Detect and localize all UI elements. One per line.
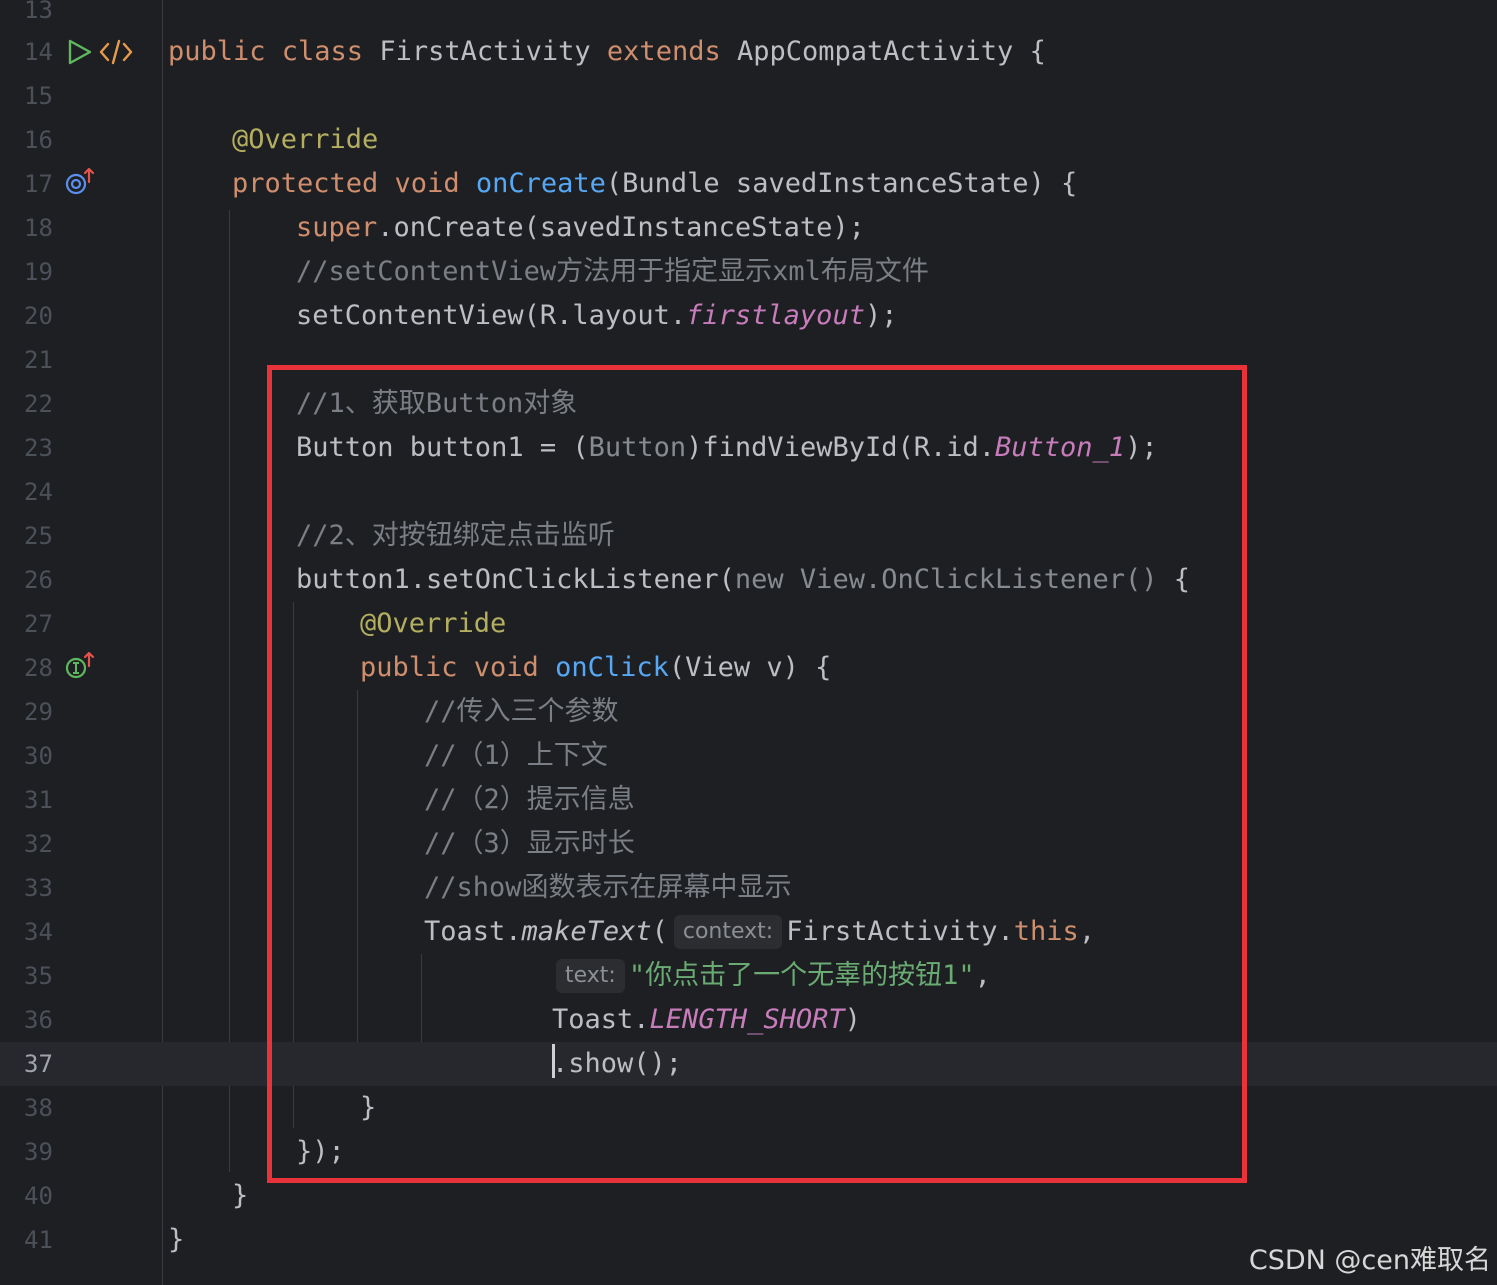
- line-number: 26: [24, 566, 53, 594]
- line-number: 28: [24, 654, 53, 682]
- code-line[interactable]: 19 //setContentView方法用于指定显示xml布局文件: [0, 250, 1497, 294]
- watermark: CSDN @cen难取名: [1248, 1245, 1491, 1276]
- line-number: 35: [24, 962, 53, 990]
- code-text: }: [168, 1224, 185, 1255]
- line-number: 36: [24, 1006, 53, 1034]
- line-number: 21: [24, 346, 53, 374]
- highlight-box: [267, 365, 1247, 1183]
- code-line[interactable]: 16 @Override: [0, 118, 1497, 162]
- line-number: 29: [24, 698, 53, 726]
- code-line[interactable]: 13: [0, 0, 1497, 32]
- code-text: protected void onCreate(Bundle savedInst…: [232, 168, 1078, 199]
- line-number: 34: [24, 918, 53, 946]
- line-number: 27: [24, 610, 53, 638]
- code-text: @Override: [232, 124, 379, 155]
- line-number: 14: [24, 38, 53, 66]
- line-number: 39: [24, 1138, 53, 1166]
- code-editor[interactable]: 13 14 public class FirstActivity extends…: [0, 0, 1497, 1285]
- line-number: 38: [24, 1094, 53, 1122]
- line-number: 24: [24, 478, 53, 506]
- line-number: 16: [24, 126, 53, 154]
- line-number: 31: [24, 786, 53, 814]
- line-number: 20: [24, 302, 53, 330]
- line-number: 13: [24, 0, 53, 24]
- line-number: 30: [24, 742, 53, 770]
- line-number: 18: [24, 214, 53, 242]
- line-number: 22: [24, 390, 53, 418]
- code-line[interactable]: 20 setContentView(R.layout.firstlayout);: [0, 294, 1497, 338]
- code-line[interactable]: 18 super.onCreate(savedInstanceState);: [0, 206, 1497, 250]
- line-number: 25: [24, 522, 53, 550]
- line-number: 40: [24, 1182, 53, 1210]
- code-text: public class FirstActivity extends AppCo…: [168, 36, 1046, 67]
- code-line[interactable]: 14 public class FirstActivity extends Ap…: [0, 30, 1497, 74]
- code-comment: //setContentView方法用于指定显示xml布局文件: [296, 256, 929, 287]
- line-number: 37: [24, 1050, 53, 1078]
- code-line[interactable]: 15: [0, 74, 1497, 118]
- line-number: 17: [24, 170, 53, 198]
- line-number: 32: [24, 830, 53, 858]
- code-line[interactable]: 17 protected void onCreate(Bundle savedI…: [0, 162, 1497, 206]
- line-number: 19: [24, 258, 53, 286]
- code-text: super.onCreate(savedInstanceState);: [296, 212, 865, 243]
- code-text: setContentView(R.layout.firstlayout);: [296, 300, 898, 331]
- line-number: 41: [24, 1226, 53, 1254]
- code-text: }: [232, 1180, 249, 1211]
- line-number: 33: [24, 874, 53, 902]
- line-number: 23: [24, 434, 53, 462]
- line-number: 15: [24, 82, 53, 110]
